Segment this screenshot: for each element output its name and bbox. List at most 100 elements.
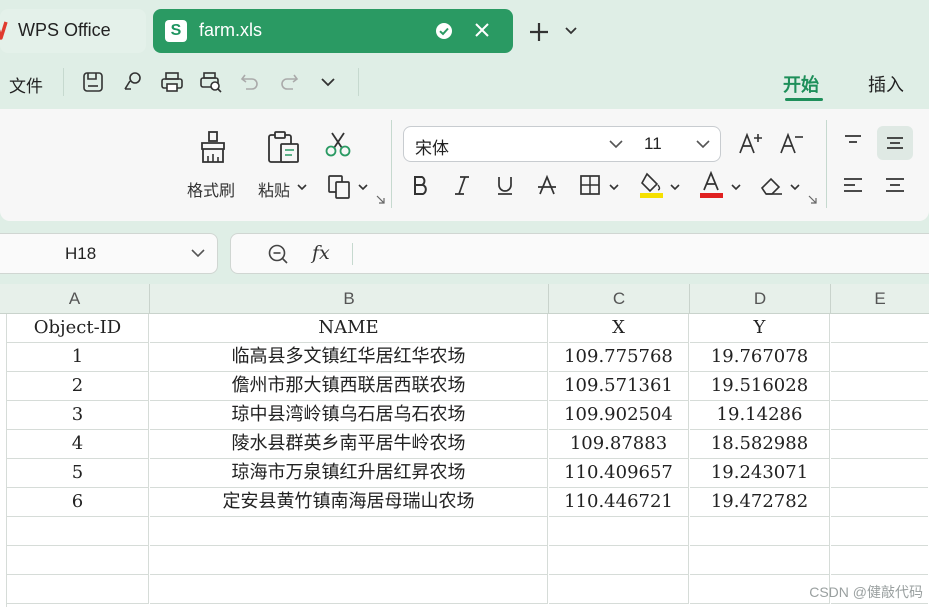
column-header-d[interactable]: D — [690, 284, 831, 314]
tab-farm-xls[interactable]: S farm.xls — [153, 9, 513, 53]
decrease-font-size-icon[interactable] — [779, 130, 805, 156]
cell-c7[interactable]: 110.446721 — [549, 488, 689, 517]
save-icon[interactable] — [82, 71, 104, 93]
cell-d4[interactable]: 19.14286 — [690, 401, 830, 430]
clipboard-launcher-icon[interactable] — [376, 195, 385, 204]
copy-dropdown-icon[interactable] — [358, 183, 368, 191]
font-name-select[interactable]: 宋体 — [403, 126, 631, 162]
cell-a4[interactable]: 3 — [7, 401, 149, 430]
spreadsheet-grid[interactable]: A B C D E Object-ID NAME X Y 1 临高县多文镇红华居红华农场 1… — [0, 284, 929, 607]
font-color-dropdown-icon[interactable] — [731, 183, 741, 191]
clear-format-icon[interactable] — [759, 174, 785, 198]
new-tab-icon[interactable] — [528, 21, 550, 43]
fx-icon[interactable]: fx — [312, 242, 330, 264]
cell-a1[interactable]: Object-ID — [7, 314, 149, 343]
cell-e3[interactable] — [831, 372, 928, 401]
font-size-select[interactable]: 11 — [630, 126, 721, 162]
format-painter-icon[interactable] — [196, 130, 232, 166]
cell-d3[interactable]: 19.516028 — [690, 372, 830, 401]
cell-a7[interactable]: 6 — [7, 488, 149, 517]
cell-a9[interactable] — [7, 546, 149, 575]
zoom-out-icon[interactable] — [267, 243, 289, 265]
strikethrough-icon[interactable] — [536, 174, 558, 196]
chevron-down-icon[interactable] — [564, 26, 578, 36]
cell-a8[interactable] — [7, 517, 149, 546]
cell-d8[interactable] — [690, 517, 830, 546]
ribbon-tab-insert[interactable]: 插入 — [868, 71, 904, 97]
cell-c5[interactable]: 109.87883 — [549, 430, 689, 459]
cell-b7[interactable]: 定安县黄竹镇南海居母瑞山农场 — [150, 488, 548, 517]
cell-d9[interactable] — [690, 546, 830, 575]
cell-e2[interactable] — [831, 343, 928, 372]
tab-wps-office[interactable]: WPS Office — [0, 9, 146, 53]
redo-icon[interactable] — [279, 72, 299, 92]
borders-icon[interactable] — [579, 174, 601, 196]
font-launcher-icon[interactable] — [808, 195, 817, 204]
column-header-b[interactable]: B — [150, 284, 549, 314]
fill-color-icon[interactable] — [639, 171, 665, 199]
cell-b4[interactable]: 琼中县湾岭镇乌石居乌石农场 — [150, 401, 548, 430]
cell-c6[interactable]: 110.409657 — [549, 459, 689, 488]
print-preview-icon[interactable] — [199, 71, 223, 93]
name-box[interactable]: H18 — [0, 233, 218, 274]
undo-icon[interactable] — [240, 72, 260, 92]
column-header-c[interactable]: C — [549, 284, 690, 314]
export-pdf-icon[interactable] — [122, 71, 144, 93]
cell-c8[interactable] — [549, 517, 689, 546]
formula-bar[interactable]: fx — [230, 233, 929, 274]
cell-c3[interactable]: 109.571361 — [549, 372, 689, 401]
cell-a6[interactable]: 5 — [7, 459, 149, 488]
cell-b1[interactable]: NAME — [150, 314, 548, 343]
fill-color-dropdown-icon[interactable] — [670, 183, 680, 191]
cell-e9[interactable] — [831, 546, 928, 575]
cell-b9[interactable] — [150, 546, 548, 575]
close-tab-icon[interactable] — [473, 21, 491, 39]
bold-icon[interactable] — [410, 174, 432, 196]
align-top-icon[interactable] — [842, 133, 864, 153]
italic-icon[interactable] — [451, 174, 473, 196]
cell-a10[interactable] — [7, 575, 149, 604]
underline-icon[interactable] — [494, 174, 516, 196]
cell-b10[interactable] — [150, 575, 548, 604]
cell-d5[interactable]: 18.582988 — [690, 430, 830, 459]
cut-icon[interactable] — [324, 131, 352, 157]
cell-a2[interactable]: 1 — [7, 343, 149, 372]
cell-b2[interactable]: 临高县多文镇红华居红华农场 — [150, 343, 548, 372]
borders-dropdown-icon[interactable] — [609, 183, 619, 191]
align-middle-button[interactable] — [877, 126, 913, 160]
cell-d1[interactable]: Y — [690, 314, 830, 343]
cell-d2[interactable]: 19.767078 — [690, 343, 830, 372]
cell-e4[interactable] — [831, 401, 928, 430]
align-left-icon[interactable] — [842, 176, 864, 196]
copy-icon[interactable] — [326, 173, 356, 201]
cell-b6[interactable]: 琼海市万泉镇红升居红昇农场 — [150, 459, 548, 488]
cell-d6[interactable]: 19.243071 — [690, 459, 830, 488]
cell-c9[interactable] — [549, 546, 689, 575]
paste-icon[interactable] — [266, 130, 302, 166]
print-icon[interactable] — [160, 71, 184, 93]
column-header-e[interactable]: E — [831, 284, 929, 314]
font-color-icon[interactable] — [699, 171, 725, 199]
cell-e8[interactable] — [831, 517, 928, 546]
cell-a5[interactable]: 4 — [7, 430, 149, 459]
more-chevron-icon[interactable] — [320, 77, 336, 87]
cell-c1[interactable]: X — [549, 314, 689, 343]
cell-e1[interactable] — [831, 314, 928, 343]
cell-b8[interactable] — [150, 517, 548, 546]
ribbon-tab-start[interactable]: 开始 — [783, 71, 819, 97]
format-painter-label[interactable]: 格式刷 — [187, 177, 235, 201]
cell-b3[interactable]: 儋州市那大镇西联居西联农场 — [150, 372, 548, 401]
cell-e6[interactable] — [831, 459, 928, 488]
cell-e5[interactable] — [831, 430, 928, 459]
increase-font-size-icon[interactable] — [738, 130, 764, 156]
align-center-icon[interactable] — [884, 176, 906, 196]
cell-c10[interactable] — [549, 575, 689, 604]
column-header-a[interactable]: A — [0, 284, 150, 314]
paste-dropdown-icon[interactable] — [297, 183, 307, 191]
cell-a3[interactable]: 2 — [7, 372, 149, 401]
cell-c4[interactable]: 109.902504 — [549, 401, 689, 430]
paste-label[interactable]: 粘贴 — [258, 177, 290, 201]
cell-c2[interactable]: 109.775768 — [549, 343, 689, 372]
clear-format-dropdown-icon[interactable] — [790, 183, 800, 191]
cell-e7[interactable] — [831, 488, 928, 517]
